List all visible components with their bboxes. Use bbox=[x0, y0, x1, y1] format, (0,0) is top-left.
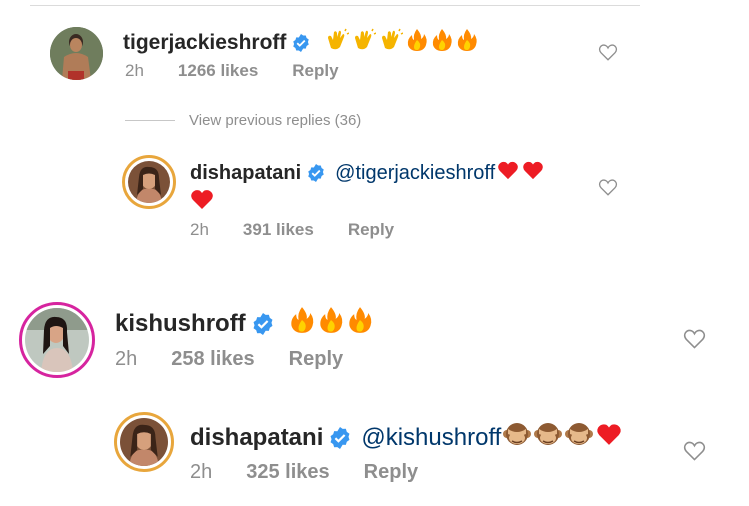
clap-emoji-icon bbox=[325, 28, 350, 58]
top-divider bbox=[30, 5, 640, 6]
fire-emoji-icon bbox=[347, 306, 373, 341]
clap-emoji-icon bbox=[352, 28, 377, 58]
fire-emoji-icon bbox=[318, 306, 344, 341]
comment-time: 2h bbox=[190, 461, 213, 483]
username[interactable]: kishushroff bbox=[115, 310, 246, 338]
verified-badge-icon bbox=[307, 164, 325, 182]
red-heart-emoji-icon bbox=[596, 422, 622, 453]
avatar[interactable] bbox=[19, 302, 95, 378]
view-previous-replies[interactable]: View previous replies (36) bbox=[125, 112, 361, 129]
fire-emoji-icon bbox=[431, 28, 453, 58]
like-heart-icon[interactable] bbox=[598, 178, 618, 201]
verified-badge-icon bbox=[252, 312, 274, 335]
red-heart-emoji-icon bbox=[497, 160, 519, 186]
fire-emoji-icon bbox=[406, 28, 428, 58]
view-previous-replies-label: View previous replies (36) bbox=[189, 112, 362, 129]
red-heart-emoji-icon bbox=[190, 188, 214, 215]
fire-emoji-icon bbox=[289, 306, 315, 341]
mention-link[interactable]: @kishushroff bbox=[361, 424, 501, 452]
fire-emoji-icon bbox=[456, 28, 478, 58]
divider bbox=[125, 120, 175, 121]
reply-button[interactable]: Reply bbox=[348, 220, 394, 240]
like-heart-icon[interactable] bbox=[683, 328, 706, 354]
avatar[interactable] bbox=[114, 412, 174, 472]
username[interactable]: dishapatani bbox=[190, 162, 301, 185]
avatar[interactable] bbox=[50, 27, 103, 80]
likes-count[interactable]: 1266 likes bbox=[178, 61, 258, 81]
likes-count[interactable]: 325 likes bbox=[246, 461, 329, 484]
likes-count[interactable]: 258 likes bbox=[171, 348, 254, 371]
likes-count[interactable]: 391 likes bbox=[243, 220, 314, 240]
see-no-evil-monkey-emoji-icon bbox=[534, 421, 563, 454]
see-no-evil-monkey-emoji-icon bbox=[503, 421, 532, 454]
like-heart-icon[interactable] bbox=[683, 440, 706, 466]
clap-emoji-icon bbox=[379, 28, 404, 58]
red-heart-emoji-icon bbox=[522, 160, 544, 186]
avatar[interactable] bbox=[122, 155, 176, 209]
reply-button[interactable]: Reply bbox=[289, 348, 343, 371]
comment-time: 2h bbox=[115, 348, 138, 370]
username[interactable]: dishapatani bbox=[190, 424, 323, 452]
comment-time: 2h bbox=[125, 61, 144, 80]
reply-button[interactable]: Reply bbox=[292, 61, 338, 81]
username[interactable]: tigerjackieshroff bbox=[123, 31, 286, 55]
reply-button[interactable]: Reply bbox=[364, 461, 418, 484]
verified-badge-icon bbox=[292, 34, 310, 52]
like-heart-icon[interactable] bbox=[598, 43, 618, 66]
comment-time: 2h bbox=[190, 220, 209, 239]
see-no-evil-monkey-emoji-icon bbox=[565, 421, 594, 454]
mention-link[interactable]: @tigerjackieshroff bbox=[335, 162, 495, 185]
verified-badge-icon bbox=[329, 426, 351, 449]
